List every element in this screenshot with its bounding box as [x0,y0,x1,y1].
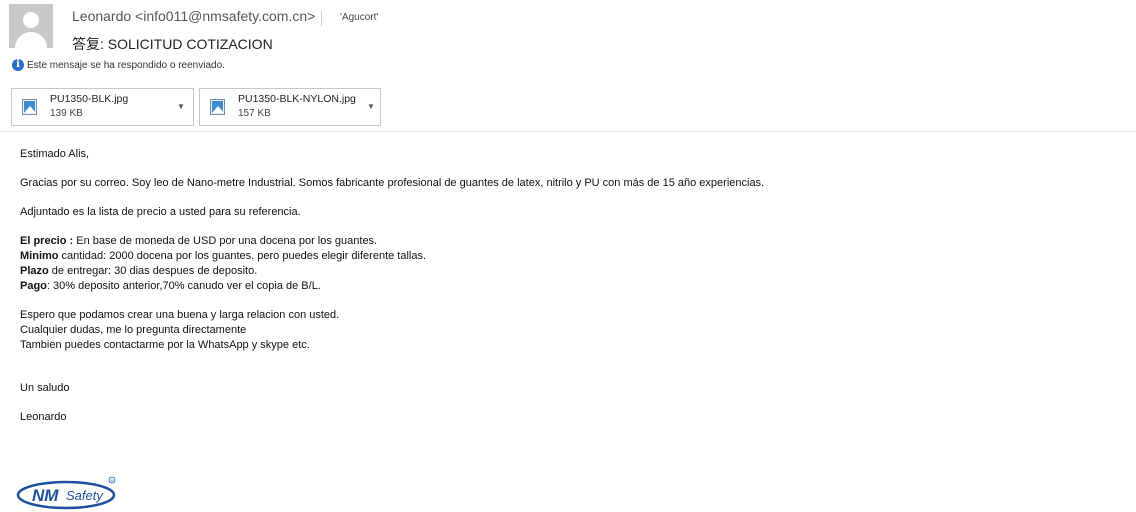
image-file-icon [210,99,225,115]
closing-line: Tambien puedes contactarme por la WhatsA… [20,339,310,351]
attachment-size: 139 KB [50,108,83,119]
attachment-name: PU1350-BLK.jpg [50,93,129,105]
header-divider [321,10,322,26]
message-header: Leonardo <info011@nmsafety.com.cn> 'Aguc… [0,0,1136,132]
chevron-down-icon[interactable]: ▼ [367,102,375,111]
intro-paragraph: Gracias por su correo. Soy leo de Nano-m… [20,177,765,189]
svg-text:Safety: Safety [66,488,104,503]
sender-avatar[interactable] [9,4,53,48]
term-delivery: Plazo de entregar: 30 dias despues de de… [20,264,1120,279]
chevron-down-icon[interactable]: ▼ [177,102,185,111]
term-text: de entregar: 30 dias despues de deposito… [48,265,258,277]
attachment-note: Adjuntado es la lista de precio a usted … [20,206,301,218]
term-payment: Pago: 30% deposito anterior,70% canudo v… [20,279,1120,294]
term-label: El precio : [20,235,74,247]
avatar-body-shape [15,32,47,48]
attachment-1[interactable]: PU1350-BLK.jpg 139 KB ▼ [11,88,194,126]
closing-line: Cualquier dudas, me lo pregunta directam… [20,324,247,336]
message-body: Estimado Alis, Gracias por su correo. So… [20,147,1120,425]
term-text: : 30% deposito anterior,70% canudo ver e… [46,280,321,292]
nmsafety-logo: NM Safety R [16,476,116,510]
term-price: El precio : En base de moneda de USD por… [20,234,1120,249]
reply-status-text: Este mensaje se ha respondido o reenviad… [27,59,225,71]
signature-name: Leonardo [20,411,67,423]
term-text: En base de moneda de USD por una docena … [73,235,378,247]
term-label: Minimo [20,250,59,262]
svg-text:R: R [111,478,114,483]
term-label: Plazo [20,265,49,277]
term-text: cantidad: 2000 docena por los guantes. p… [58,250,427,262]
regards: Un saludo [20,382,70,394]
reply-status-notice: i Este mensaje se ha respondido o reenvi… [12,59,225,71]
message-subject: 答复: SOLICITUD COTIZACION [72,36,273,52]
attachment-size: 157 KB [238,108,271,119]
term-label: Pago [20,280,47,292]
greeting: Estimado Alis, [20,148,90,160]
avatar-head-shape [23,12,39,28]
attachment-2[interactable]: PU1350-BLK-NYLON.jpg 157 KB ▼ [199,88,381,126]
attachment-name: PU1350-BLK-NYLON.jpg [238,93,356,105]
info-icon: i [12,59,24,71]
term-minimum: Minimo cantidad: 2000 docena por los gua… [20,249,1120,264]
closing-line: Espero que podamos crear una buena y lar… [20,309,340,321]
sender-address[interactable]: Leonardo <info011@nmsafety.com.cn> [72,8,315,24]
svg-text:NM: NM [32,486,59,505]
recipient-name[interactable]: 'Agucort' [340,12,378,23]
image-file-icon [22,99,37,115]
